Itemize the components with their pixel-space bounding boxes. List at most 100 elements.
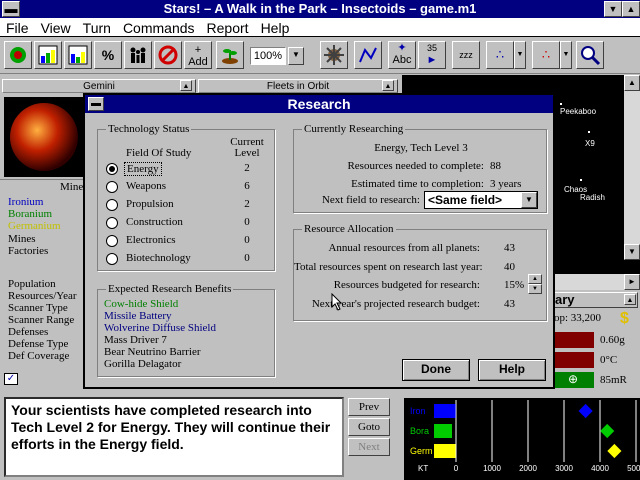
prev-button[interactable]: Prev xyxy=(348,398,390,416)
budget-increase-button[interactable]: ▲ xyxy=(528,274,542,284)
zoom-dropdown-button[interactable]: ▼ xyxy=(288,47,304,65)
toolbar: % + Add 100% ▼ ✦ Abc 35 ► zzz ∴ ▼ ∴ ▼ xyxy=(0,38,640,74)
map-label-x9: X9 xyxy=(585,139,595,148)
next-field-label: Next field to research: xyxy=(321,194,420,206)
menu-turn[interactable]: Turn xyxy=(77,18,117,37)
tick-label: 0 xyxy=(454,464,459,473)
maximize-button[interactable]: ▲ xyxy=(622,1,640,17)
fleets-header: Fleets in Orbit xyxy=(198,79,398,93)
field-radio-5[interactable] xyxy=(106,253,118,265)
chevron-down-icon: ▼ xyxy=(292,50,300,59)
benefit-item: Mass Driver 7 xyxy=(104,334,167,346)
benefit-item: Cow-hide Shield xyxy=(104,298,179,310)
starbase-view-button[interactable] xyxy=(320,41,348,69)
benefit-item: Bear Neutrino Barrier xyxy=(104,346,201,358)
dialog-system-menu[interactable]: ▬ xyxy=(88,97,104,111)
fleet-filter-dropdown[interactable]: ▼ xyxy=(514,41,526,69)
enemy-fleets-button[interactable]: ∴ xyxy=(486,41,514,69)
mineral-label: Bora xyxy=(410,426,429,436)
message-text: Your scientists have completed research … xyxy=(11,402,331,452)
minerals-label: Mine xyxy=(60,181,84,193)
next-field-value: <Same field> xyxy=(428,193,503,207)
menu-view[interactable]: View xyxy=(35,18,77,37)
next-field-select[interactable]: <Same field> ▼ xyxy=(424,191,538,209)
mouse-cursor-icon xyxy=(331,293,343,311)
field-header: Field Of Study xyxy=(126,147,192,159)
fleet-count-button[interactable]: 35 ► xyxy=(418,41,446,69)
technology-status-group: Technology Status Current Level Field Of… xyxy=(97,123,275,271)
field-radio-4[interactable] xyxy=(106,235,118,247)
field-name[interactable]: Energy xyxy=(124,162,162,176)
starbase-icon xyxy=(324,45,344,65)
menu-file[interactable]: File xyxy=(0,18,35,37)
map-hscrollbar[interactable] xyxy=(550,274,624,290)
map-label-peekaboo: Peekaboo xyxy=(560,107,597,116)
allocation-label: Resource Allocation xyxy=(302,223,396,235)
next-button[interactable]: Next xyxy=(348,438,390,456)
germanium-label: Germanium xyxy=(8,220,61,232)
field-name[interactable]: Propulsion xyxy=(126,198,174,210)
next-field-dropdown[interactable]: ▼ xyxy=(521,192,537,208)
budget-decrease-button[interactable]: ▼ xyxy=(528,284,542,294)
enemy-filter-dropdown[interactable]: ▼ xyxy=(560,41,572,69)
field-name[interactable]: Biotechnology xyxy=(126,252,191,264)
map-scroll-up[interactable]: ▲ xyxy=(624,75,640,91)
field-radio-0[interactable] xyxy=(106,163,118,175)
field-radio-3[interactable] xyxy=(106,217,118,229)
zzz-icon: zzz xyxy=(459,50,473,60)
menu-report[interactable]: Report xyxy=(201,18,255,37)
map-scroll-right[interactable]: ► xyxy=(624,274,640,290)
path-icon xyxy=(359,47,377,63)
chevron-up-icon: ▲ xyxy=(628,78,636,87)
chevron-down-icon: ▼ xyxy=(562,51,570,58)
done-button[interactable]: Done xyxy=(402,359,470,381)
chevron-up-icon: ▲ xyxy=(532,276,538,282)
add-waypoint-button[interactable]: + Add xyxy=(184,41,212,69)
mineral-bar xyxy=(434,444,456,458)
currently-researching-group: Currently Researching Energy, Tech Level… xyxy=(293,123,547,213)
population-value: op: 33,200 xyxy=(554,312,602,324)
concentration-button[interactable] xyxy=(64,41,92,69)
summary-collapse-button[interactable]: ▲ xyxy=(624,294,636,305)
annual-label: Annual resources from all planets: xyxy=(328,242,480,254)
value-view-button[interactable]: % xyxy=(94,41,122,69)
field-name[interactable]: Electronics xyxy=(126,234,175,246)
minimize-button[interactable]: ▼ xyxy=(604,1,622,17)
menu-bar: File View Turn Commands Report Help xyxy=(0,18,640,37)
field-name[interactable]: Construction xyxy=(126,216,183,228)
checkbox[interactable]: ✓ xyxy=(4,373,18,385)
help-button[interactable]: Help xyxy=(478,359,546,381)
normal-view-button[interactable] xyxy=(4,41,32,69)
chevron-down-icon: ▼ xyxy=(525,195,533,204)
fleets-collapse-button[interactable]: ▲ xyxy=(382,80,394,91)
planet-names-toggle[interactable]: ✦ Abc xyxy=(388,41,416,69)
waypoint-paths-button[interactable] xyxy=(354,41,382,69)
allied-fleets-button[interactable]: ∴ xyxy=(532,41,560,69)
map-scroll-down[interactable]: ▼ xyxy=(624,244,640,260)
field-radio-2[interactable] xyxy=(106,199,118,211)
planet-names-button[interactable] xyxy=(216,41,244,69)
tick-label: 1000 xyxy=(483,464,501,473)
idle-fleets-button[interactable]: zzz xyxy=(452,41,480,69)
benefit-item: Gorilla Delagator xyxy=(104,358,182,370)
field-radio-1[interactable] xyxy=(106,181,118,193)
system-menu-icon[interactable]: ▬ xyxy=(2,1,20,17)
goto-button[interactable]: Goto xyxy=(348,418,390,436)
tick-label: 4000 xyxy=(591,464,609,473)
no-info-button[interactable] xyxy=(154,41,182,69)
population-view-button[interactable] xyxy=(124,41,152,69)
planet-collapse-button[interactable]: ▲ xyxy=(180,80,192,91)
scanner-type-label: Scanner Type xyxy=(8,302,68,314)
mines-label: Mines xyxy=(8,233,36,245)
planet-image xyxy=(4,97,84,177)
field-name[interactable]: Weapons xyxy=(126,180,166,192)
menu-help[interactable]: Help xyxy=(255,18,296,37)
abc-label: Abc xyxy=(392,54,412,66)
surface-minerals-button[interactable] xyxy=(34,41,62,69)
menu-commands[interactable]: Commands xyxy=(117,18,201,37)
find-button[interactable] xyxy=(576,41,604,69)
zoom-field[interactable]: 100% xyxy=(250,47,286,65)
level-header: Level xyxy=(234,147,260,159)
planet-name: Gemini xyxy=(83,81,115,92)
map-scrollbar[interactable] xyxy=(624,91,640,244)
